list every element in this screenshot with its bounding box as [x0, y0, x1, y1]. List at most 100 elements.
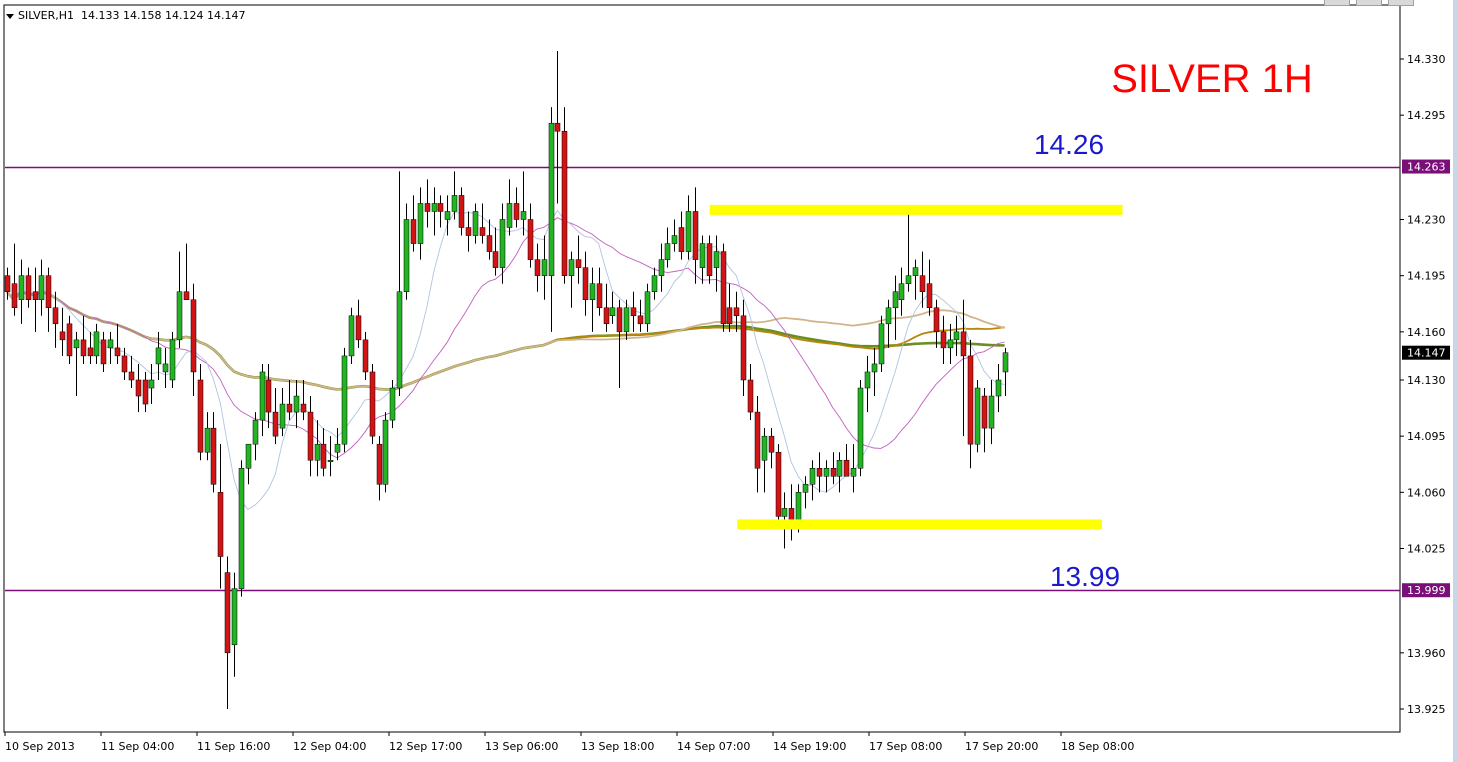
candle-body[interactable]	[334, 443, 341, 453]
candle-body[interactable]	[403, 219, 410, 292]
candle-body[interactable]	[554, 122, 561, 132]
candle-body[interactable]	[169, 339, 176, 381]
candle-body[interactable]	[492, 251, 499, 268]
highlight-zone[interactable]	[709, 204, 1123, 215]
candle-body[interactable]	[651, 275, 658, 292]
candle-body[interactable]	[527, 219, 534, 260]
candle-body[interactable]	[25, 275, 32, 300]
candle-body[interactable]	[754, 411, 761, 469]
candle-body[interactable]	[121, 355, 128, 373]
candle-body[interactable]	[671, 235, 678, 244]
candle-body[interactable]	[444, 211, 451, 220]
candle-body[interactable]	[18, 275, 25, 300]
candle-body[interactable]	[38, 275, 45, 300]
candle-body[interactable]	[596, 283, 603, 309]
candle-body[interactable]	[320, 443, 327, 469]
candle-body[interactable]	[382, 419, 389, 485]
candle-body[interactable]	[823, 468, 830, 477]
candle-body[interactable]	[369, 371, 376, 437]
candle-body[interactable]	[582, 267, 589, 300]
candle-body[interactable]	[66, 323, 73, 357]
candle-body[interactable]	[830, 468, 837, 477]
candle-body[interactable]	[589, 283, 596, 300]
candle-body[interactable]	[93, 331, 100, 357]
close-button[interactable]	[1388, 0, 1414, 6]
candle-body[interactable]	[431, 203, 438, 212]
candle-body[interactable]	[348, 315, 355, 357]
candle-body[interactable]	[293, 395, 300, 413]
candle-body[interactable]	[603, 307, 610, 325]
candle-body[interactable]	[775, 451, 782, 517]
candle-body[interactable]	[231, 588, 238, 646]
candle-body[interactable]	[644, 291, 651, 325]
candle-body[interactable]	[940, 331, 947, 349]
candle-body[interactable]	[238, 468, 245, 589]
candle-body[interactable]	[974, 387, 981, 445]
candle-body[interactable]	[265, 379, 272, 413]
candle-body[interactable]	[259, 371, 266, 421]
candle-body[interactable]	[376, 443, 383, 485]
candle-body[interactable]	[286, 403, 293, 413]
candle-body[interactable]	[417, 203, 424, 244]
candle-body[interactable]	[245, 443, 252, 469]
candle-body[interactable]	[396, 291, 403, 389]
candle-body[interactable]	[926, 283, 933, 309]
candle-body[interactable]	[995, 379, 1002, 397]
candle-body[interactable]	[733, 307, 740, 317]
candle-body[interactable]	[314, 443, 321, 461]
candle-body[interactable]	[197, 379, 204, 453]
candle-body[interactable]	[252, 419, 259, 445]
candle-body[interactable]	[953, 331, 960, 341]
candle-body[interactable]	[410, 219, 417, 244]
candle-body[interactable]	[878, 323, 885, 365]
candle-body[interactable]	[575, 259, 582, 268]
candle-body[interactable]	[685, 211, 692, 252]
candle-body[interactable]	[947, 339, 954, 349]
candle-body[interactable]	[699, 243, 706, 268]
candle-body[interactable]	[988, 395, 995, 429]
candle-body[interactable]	[148, 379, 155, 389]
candle-body[interactable]	[107, 339, 114, 349]
candle-body[interactable]	[45, 275, 52, 309]
candle-body[interactable]	[300, 403, 307, 413]
candle-body[interactable]	[960, 331, 967, 357]
candle-body[interactable]	[1002, 352, 1009, 373]
candle-body[interactable]	[224, 572, 231, 654]
maximize-button[interactable]	[1356, 0, 1382, 6]
candle-body[interactable]	[327, 459, 334, 462]
candle-body[interactable]	[905, 275, 912, 284]
candle-body[interactable]	[4, 275, 11, 292]
candle-body[interactable]	[912, 267, 919, 276]
candle-body[interactable]	[720, 251, 727, 325]
candle-body[interactable]	[451, 195, 458, 212]
candle-body[interactable]	[850, 468, 857, 477]
candle-body[interactable]	[32, 291, 39, 300]
candle-body[interactable]	[183, 291, 190, 300]
candle-body[interactable]	[843, 459, 850, 477]
candle-body[interactable]	[437, 203, 444, 212]
candle-body[interactable]	[658, 259, 665, 276]
highlight-zone[interactable]	[737, 519, 1102, 530]
candle-body[interactable]	[747, 379, 754, 413]
candle-body[interactable]	[100, 339, 107, 365]
candle-body[interactable]	[389, 387, 396, 421]
candle-body[interactable]	[898, 283, 905, 300]
candle-body[interactable]	[11, 283, 18, 309]
candle-body[interactable]	[740, 315, 747, 381]
candle-body[interactable]	[499, 219, 506, 268]
candle-body[interactable]	[919, 275, 926, 292]
candle-body[interactable]	[307, 411, 314, 461]
candle-body[interactable]	[59, 331, 66, 341]
candle-body[interactable]	[678, 227, 685, 252]
candle-body[interactable]	[458, 195, 465, 228]
candle-body[interactable]	[355, 315, 362, 341]
candle-body[interactable]	[692, 211, 699, 260]
candle-body[interactable]	[155, 347, 162, 365]
candle-body[interactable]	[513, 203, 520, 220]
candle-body[interactable]	[768, 435, 775, 453]
candle-body[interactable]	[871, 363, 878, 373]
candle-body[interactable]	[128, 371, 135, 381]
candle-body[interactable]	[816, 468, 823, 477]
candle-body[interactable]	[836, 459, 843, 477]
candle-body[interactable]	[341, 355, 348, 445]
